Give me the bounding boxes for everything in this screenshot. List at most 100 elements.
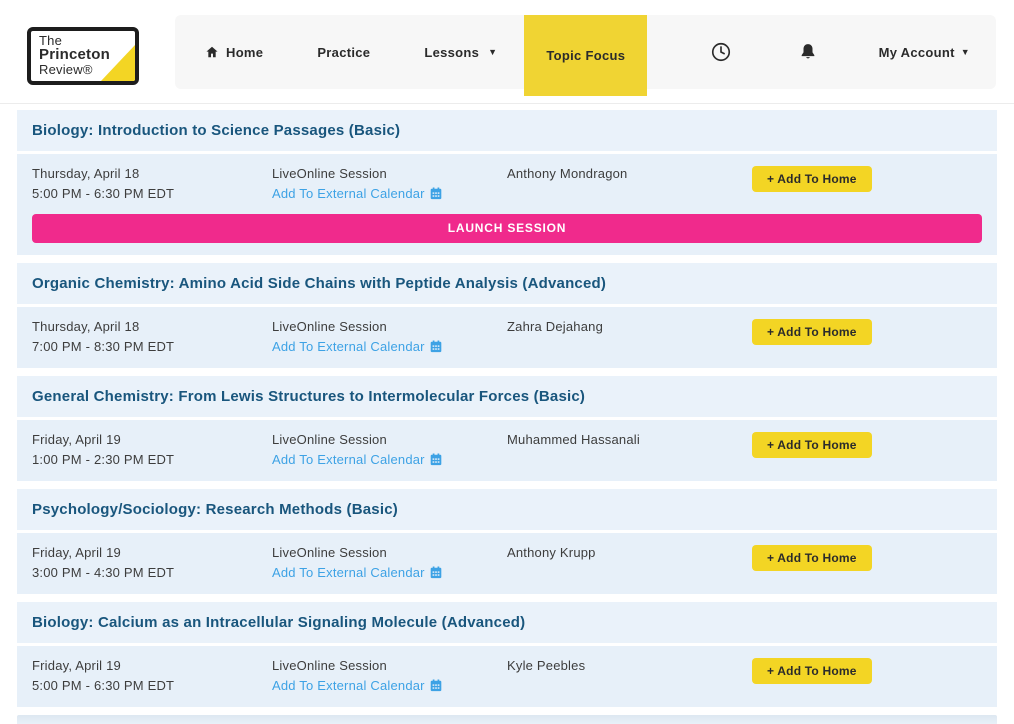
nav-item-lessons[interactable]: Lessons ▼	[397, 15, 524, 89]
add-to-external-calendar-link[interactable]: Add To External Calendar	[272, 563, 442, 583]
session-details-row: Friday, April 19 1:00 PM - 2:30 PM EDT L…	[17, 420, 997, 481]
nav-item-label: Practice	[317, 45, 370, 60]
session-time: 1:00 PM - 2:30 PM EDT	[32, 450, 272, 470]
calendar-link-label: Add To External Calendar	[272, 337, 425, 357]
session-list: Biology: Introduction to Science Passage…	[0, 104, 1014, 707]
session-title: Biology: Introduction to Science Passage…	[32, 122, 982, 139]
session-datetime: Friday, April 19 3:00 PM - 4:30 PM EDT	[32, 543, 272, 582]
session-time: 5:00 PM - 6:30 PM EDT	[32, 676, 272, 696]
session-card: Psychology/Sociology: Research Methods (…	[17, 489, 997, 594]
session-card: Biology: Introduction to Science Passage…	[17, 110, 997, 255]
session-type: LiveOnline Session	[272, 543, 507, 563]
calendar-icon	[430, 187, 442, 200]
session-time: 5:00 PM - 6:30 PM EDT	[32, 184, 272, 204]
calendar-link-label: Add To External Calendar	[272, 563, 425, 583]
session-title: Organic Chemistry: Amino Acid Side Chain…	[32, 275, 982, 292]
session-title: Psychology/Sociology: Research Methods (…	[32, 501, 982, 518]
session-date: Friday, April 19	[32, 430, 272, 450]
session-instructor: Zahra Dejahang	[507, 317, 752, 337]
session-type-cell: LiveOnline Session Add To External Calen…	[272, 164, 507, 203]
session-title-row: Psychology/Sociology: Research Methods (…	[17, 489, 997, 530]
session-type-cell: LiveOnline Session Add To External Calen…	[272, 317, 507, 356]
session-type: LiveOnline Session	[272, 656, 507, 676]
session-datetime: Friday, April 19 1:00 PM - 2:30 PM EDT	[32, 430, 272, 469]
add-to-home-button[interactable]: + Add To Home	[752, 658, 872, 684]
my-account-label: My Account	[879, 45, 955, 60]
calendar-icon	[430, 340, 442, 353]
history-clock-button[interactable]	[677, 41, 765, 63]
add-to-home-button[interactable]: + Add To Home	[752, 545, 872, 571]
main-nav: Home Practice Lessons ▼ Topic Focus	[175, 15, 996, 89]
session-type: LiveOnline Session	[272, 430, 507, 450]
session-datetime: Thursday, April 18 7:00 PM - 8:30 PM EDT	[32, 317, 272, 356]
calendar-icon	[430, 679, 442, 692]
calendar-icon	[430, 453, 442, 466]
session-date: Thursday, April 18	[32, 164, 272, 184]
session-type-cell: LiveOnline Session Add To External Calen…	[272, 656, 507, 695]
session-title-row: Organic Chemistry: Amino Acid Side Chain…	[17, 263, 997, 304]
session-date: Friday, April 19	[32, 543, 272, 563]
session-details-row: Thursday, April 18 7:00 PM - 8:30 PM EDT…	[17, 307, 997, 368]
nav-item-label: Lessons	[424, 45, 479, 60]
session-details-row: Friday, April 19 5:00 PM - 6:30 PM EDT L…	[17, 646, 997, 707]
session-type-cell: LiveOnline Session Add To External Calen…	[272, 543, 507, 582]
calendar-link-label: Add To External Calendar	[272, 676, 425, 696]
session-card: General Chemistry: From Lewis Structures…	[17, 376, 997, 481]
session-details-grid: Friday, April 19 5:00 PM - 6:30 PM EDT L…	[32, 656, 982, 695]
session-time: 7:00 PM - 8:30 PM EDT	[32, 337, 272, 357]
add-to-external-calendar-link[interactable]: Add To External Calendar	[272, 337, 442, 357]
add-to-home-button[interactable]: + Add To Home	[752, 319, 872, 345]
session-title: Biology: Calcium as an Intracellular Sig…	[32, 614, 982, 631]
clock-icon	[710, 41, 732, 63]
bell-icon	[798, 41, 818, 63]
nav-right-group: My Account ▼	[677, 15, 996, 89]
calendar-link-label: Add To External Calendar	[272, 450, 425, 470]
session-instructor: Anthony Mondragon	[507, 164, 752, 184]
session-type-cell: LiveOnline Session Add To External Calen…	[272, 430, 507, 469]
session-instructor: Muhammed Hassanali	[507, 430, 752, 450]
calendar-icon	[430, 566, 442, 579]
session-date: Thursday, April 18	[32, 317, 272, 337]
session-details-row: Thursday, April 18 5:00 PM - 6:30 PM EDT…	[17, 154, 997, 255]
session-time: 3:00 PM - 4:30 PM EDT	[32, 563, 272, 583]
session-datetime: Friday, April 19 5:00 PM - 6:30 PM EDT	[32, 656, 272, 695]
add-to-home-button[interactable]: + Add To Home	[752, 432, 872, 458]
session-title-row: Biology: Calcium as an Intracellular Sig…	[17, 602, 997, 643]
session-date: Friday, April 19	[32, 656, 272, 676]
nav-item-label: Topic Focus	[546, 48, 625, 63]
session-type: LiveOnline Session	[272, 317, 507, 337]
page: The Princeton Review® Home Practice Less…	[0, 0, 1014, 724]
add-to-external-calendar-link[interactable]: Add To External Calendar	[272, 450, 442, 470]
add-to-external-calendar-link[interactable]: Add To External Calendar	[272, 184, 442, 204]
home-icon	[205, 45, 219, 59]
session-instructor: Kyle Peebles	[507, 656, 752, 676]
my-account-menu[interactable]: My Account ▼	[851, 45, 970, 60]
session-type: LiveOnline Session	[272, 164, 507, 184]
next-card-partial	[17, 715, 997, 724]
session-details-grid: Thursday, April 18 7:00 PM - 8:30 PM EDT…	[32, 317, 982, 356]
header: The Princeton Review® Home Practice Less…	[0, 0, 1014, 104]
chevron-down-icon: ▼	[961, 47, 970, 57]
session-instructor: Anthony Krupp	[507, 543, 752, 563]
session-details-grid: Thursday, April 18 5:00 PM - 6:30 PM EDT…	[32, 164, 982, 203]
launch-session-button[interactable]: LAUNCH SESSION	[32, 214, 982, 243]
chevron-down-icon: ▼	[488, 47, 497, 57]
add-to-external-calendar-link[interactable]: Add To External Calendar	[272, 676, 442, 696]
session-details-grid: Friday, April 19 3:00 PM - 4:30 PM EDT L…	[32, 543, 982, 582]
add-to-home-button[interactable]: + Add To Home	[752, 166, 872, 192]
nav-item-label: Home	[226, 45, 263, 60]
session-card: Biology: Calcium as an Intracellular Sig…	[17, 602, 997, 707]
calendar-link-label: Add To External Calendar	[272, 184, 425, 204]
logo-line-1: The	[39, 34, 135, 47]
session-details-grid: Friday, April 19 1:00 PM - 2:30 PM EDT L…	[32, 430, 982, 469]
session-title-row: Biology: Introduction to Science Passage…	[17, 110, 997, 151]
nav-item-topic-focus[interactable]: Topic Focus	[524, 15, 647, 96]
session-title: General Chemistry: From Lewis Structures…	[32, 388, 982, 405]
session-datetime: Thursday, April 18 5:00 PM - 6:30 PM EDT	[32, 164, 272, 203]
princeton-review-logo[interactable]: The Princeton Review®	[27, 27, 139, 85]
notifications-button[interactable]	[765, 41, 851, 63]
nav-item-home[interactable]: Home	[175, 15, 290, 89]
session-details-row: Friday, April 19 3:00 PM - 4:30 PM EDT L…	[17, 533, 997, 594]
session-card: Organic Chemistry: Amino Acid Side Chain…	[17, 263, 997, 368]
nav-item-practice[interactable]: Practice	[290, 15, 397, 89]
